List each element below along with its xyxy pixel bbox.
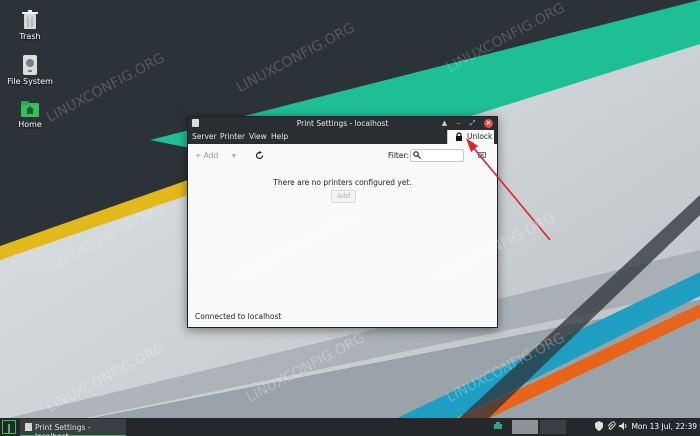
taskbar: Print Settings - localhost Mon 13 Jul, 2… (0, 418, 700, 436)
app-icon (25, 423, 32, 431)
workspace-1[interactable] (512, 420, 538, 434)
taskbar-item-print-settings[interactable]: Print Settings - localhost (20, 419, 126, 436)
desktop: Trash File System Home Print Settings - … (0, 0, 700, 436)
printer-tray-icon[interactable] (493, 421, 503, 431)
workspace-2[interactable] (540, 420, 566, 434)
taskbar-item-label: Print Settings - localhost (35, 423, 91, 436)
manjaro-logo-icon (3, 421, 15, 433)
manjaro-menu-icon[interactable] (2, 420, 16, 434)
paperclip-icon[interactable] (606, 421, 616, 431)
clock[interactable]: Mon 13 Jul, 22:39 (631, 422, 697, 431)
volume-icon[interactable] (618, 421, 628, 431)
shield-icon[interactable] (594, 421, 604, 431)
